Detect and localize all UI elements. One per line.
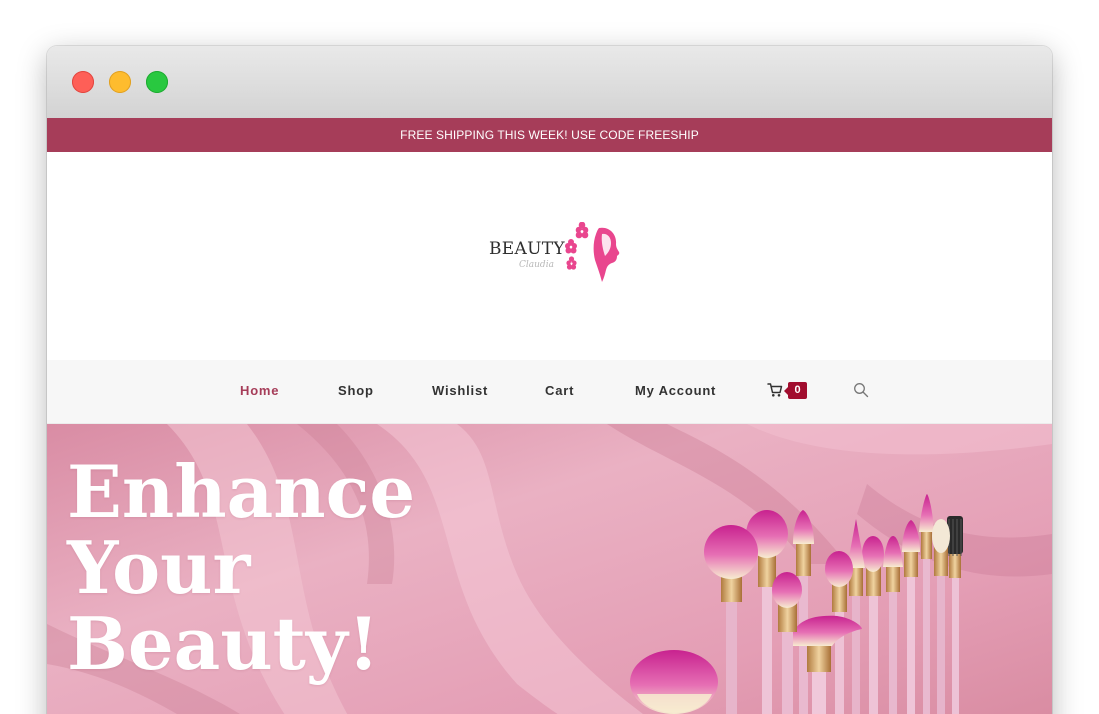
screen: FREE SHIPPING THIS WEEK! USE CODE FREESH… (0, 0, 1099, 714)
nav-wishlist[interactable]: Wishlist (432, 360, 488, 422)
hero-heading-line-1: Enhance (67, 449, 416, 534)
site-logo[interactable]: BEAUTY Claudia (483, 222, 623, 288)
close-window-button[interactable] (72, 71, 94, 93)
hero-heading-line-3: Beauty! (67, 601, 380, 686)
maximize-window-button[interactable] (146, 71, 168, 93)
browser-window: FREE SHIPPING THIS WEEK! USE CODE FREESH… (47, 46, 1052, 714)
announcement-text: FREE SHIPPING THIS WEEK! USE CODE FREESH… (400, 128, 699, 142)
hero-banner: Enhance Your Beauty! (47, 424, 1052, 714)
woman-flower-icon (565, 222, 620, 282)
nav-home[interactable]: Home (240, 360, 279, 422)
site-header: BEAUTY Claudia (47, 152, 1052, 360)
nav-shop[interactable]: Shop (338, 360, 374, 422)
logo-wordmark: BEAUTY (489, 239, 565, 259)
announcement-bar: FREE SHIPPING THIS WEEK! USE CODE FREESH… (47, 118, 1052, 152)
hero-heading-line-2: Your (67, 525, 251, 610)
cart-count-badge[interactable]: 0 (784, 382, 807, 399)
nav-cart[interactable]: Cart (545, 360, 574, 422)
search-icon[interactable] (853, 382, 869, 398)
nav-my-account[interactable]: My Account (635, 360, 716, 422)
window-titlebar[interactable] (47, 46, 1052, 119)
minimize-window-button[interactable] (109, 71, 131, 93)
main-navigation: Home Shop Wishlist Cart My Account 0 (47, 360, 1052, 424)
cart-icon[interactable] (767, 382, 783, 398)
hero-heading: Enhance Your Beauty! (67, 454, 415, 682)
logo-script: Claudia (519, 260, 554, 270)
